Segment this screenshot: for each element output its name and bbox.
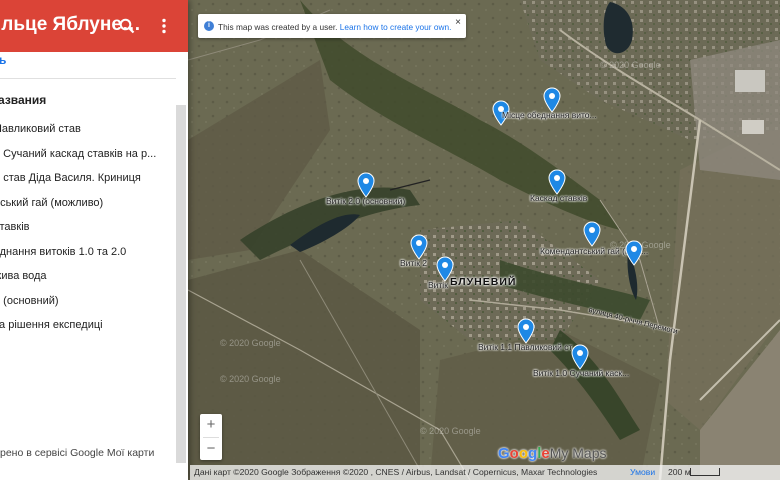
map-marker[interactable]	[436, 256, 454, 282]
map-marker[interactable]	[543, 87, 561, 113]
map-attribution-bar: Дані карт ©2020 Google Зображення ©2020 …	[190, 465, 780, 480]
share-row: ь	[0, 52, 176, 79]
list-item[interactable]: жива вода	[0, 264, 176, 289]
list-item[interactable]: Павликовий став	[0, 117, 176, 142]
marker-label: Каскад ставків	[530, 193, 588, 203]
map-marker[interactable]	[410, 234, 428, 260]
search-icon	[119, 18, 135, 34]
list-item[interactable]: 0 Сучаний каскад ставків на р...	[0, 142, 176, 167]
more-vertical-icon	[162, 18, 166, 34]
more-options-button[interactable]	[148, 10, 180, 42]
banner-text: This map was created by a user. Learn ho…	[218, 22, 452, 32]
scale-label[interactable]: 200 м	[668, 467, 691, 477]
marker-label: Витік 2	[400, 258, 428, 268]
user-map-banner: i This map was created by a user. Learn …	[198, 14, 466, 38]
map-marker[interactable]	[571, 344, 589, 370]
attribution-text: Дані карт ©2020 Google Зображення ©2020 …	[194, 467, 598, 477]
map-marker[interactable]	[517, 318, 535, 344]
list-item[interactable]: 2	[0, 362, 176, 387]
list-item[interactable]: ставків	[0, 215, 176, 240]
app-root: © 2020 Google © 2020 Google © 2020 Googl…	[0, 0, 780, 480]
map-watermark: © 2020 Google	[220, 338, 281, 348]
village-label: БЛУНЕВИЙ	[450, 276, 517, 288]
marker-label: Витік	[428, 280, 448, 290]
info-icon: i	[204, 21, 214, 31]
list-item[interactable]: за рішення експедиці	[0, 313, 176, 338]
map-legend-panel: ільце Яблуне… ь азвания Павликовий став …	[0, 0, 188, 480]
search-button[interactable]	[111, 10, 143, 42]
zoom-control: + −	[200, 414, 222, 460]
map-marker[interactable]	[625, 240, 643, 266]
create-map-link[interactable]: Learn how to create your own.	[340, 22, 452, 32]
zoom-out-button[interactable]: −	[200, 438, 222, 460]
map-marker[interactable]	[548, 169, 566, 195]
map-marker[interactable]	[357, 172, 375, 198]
list-item[interactable]: 0 (основний)	[0, 289, 176, 314]
panel-footer: рено в сервісі Google Мої карти	[0, 447, 155, 459]
list-item[interactable]: нський гай (можливо)	[0, 191, 176, 216]
layer-title[interactable]: азвания	[0, 93, 46, 107]
close-icon[interactable]: ×	[455, 17, 461, 28]
scale-bar	[690, 468, 720, 476]
place-list: Павликовий став 0 Сучаний каскад ставків…	[0, 117, 176, 387]
list-item[interactable]: єднання витоків 1.0 та 2.0	[0, 240, 176, 265]
marker-label: Витік 2.0 (основний)	[326, 196, 406, 206]
list-item[interactable]: )	[0, 338, 176, 363]
panel-scrollbar[interactable]	[176, 105, 186, 463]
marker-label: Витік 1.0 Сучаний каск...	[533, 368, 630, 378]
marker-label: Витік 1.1 Павликовий ст...	[478, 342, 579, 352]
share-link[interactable]: ь	[0, 53, 6, 67]
list-item[interactable]: й став Діда Василя. Криниця	[0, 166, 176, 191]
google-my-maps-logo: GoogleMy Maps	[498, 445, 607, 462]
map-watermark: © 2020 Google	[220, 374, 281, 384]
map-marker[interactable]	[583, 221, 601, 247]
terms-link[interactable]: Умови	[630, 467, 655, 477]
map-watermark: © 2020 Google	[600, 60, 661, 70]
zoom-in-button[interactable]: +	[200, 414, 222, 436]
panel-header: ільце Яблуне…	[0, 0, 188, 52]
map-watermark: © 2020 Google	[420, 426, 481, 436]
